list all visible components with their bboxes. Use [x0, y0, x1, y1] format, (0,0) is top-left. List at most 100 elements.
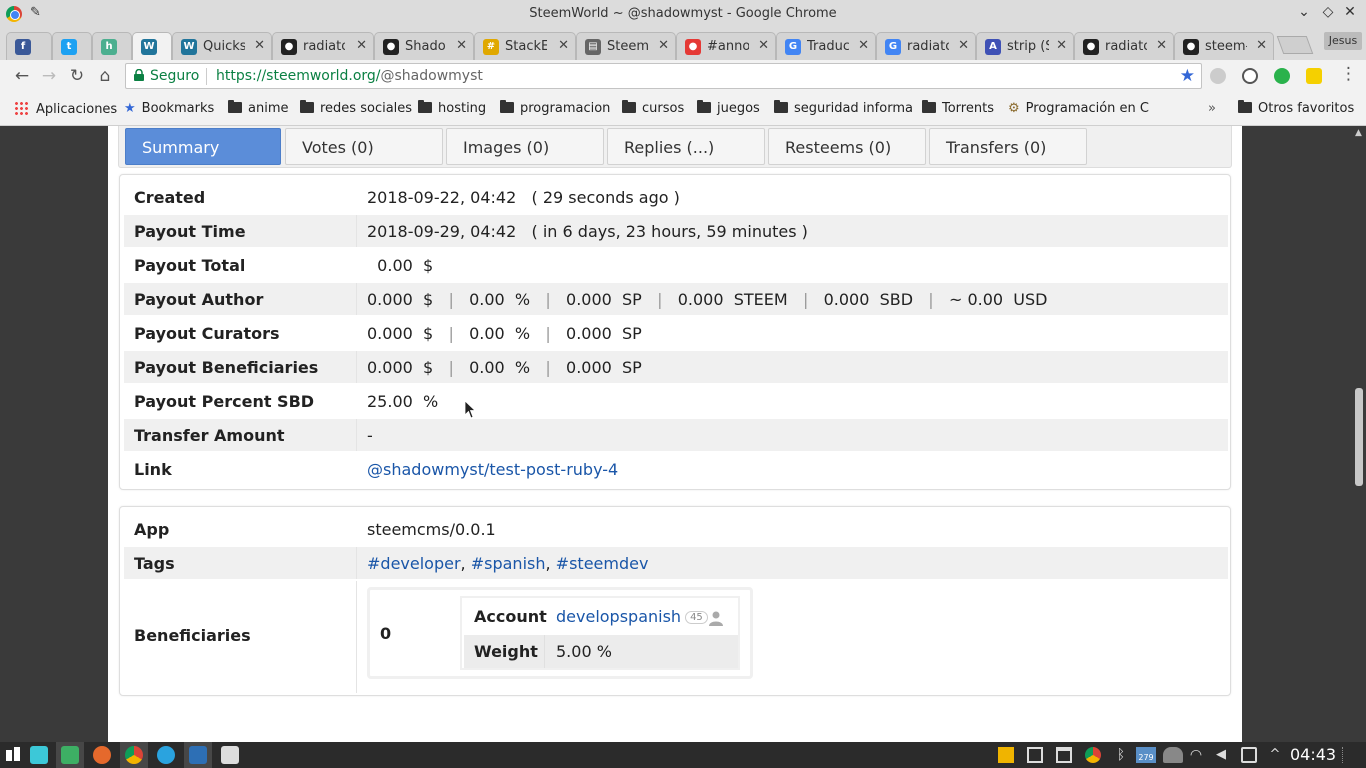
tag-link[interactable]: #spanish — [471, 554, 546, 573]
label-payout-author: Payout Author — [134, 290, 264, 309]
back-icon[interactable]: ← — [11, 66, 33, 86]
forward-icon[interactable]: → — [38, 66, 60, 86]
browser-tab[interactable]: h — [92, 32, 132, 60]
tab-close-icon[interactable]: ✕ — [858, 38, 869, 53]
tab-resteems[interactable]: Resteems (0) — [768, 128, 926, 165]
reload-icon[interactable]: ↻ — [66, 66, 88, 86]
bookmark-item[interactable]: juegos — [697, 100, 760, 116]
telegram-icon[interactable] — [157, 746, 175, 764]
bookmark-item[interactable]: programacion — [500, 100, 610, 116]
new-tab-button[interactable] — [1276, 36, 1314, 54]
volume-icon[interactable]: ◀ — [1213, 747, 1229, 763]
extension-m-icon[interactable] — [1210, 68, 1226, 84]
extension-speed-icon[interactable] — [1242, 68, 1258, 84]
tab-close-icon[interactable]: ✕ — [1056, 38, 1067, 53]
tab-close-icon[interactable]: ✕ — [456, 38, 467, 53]
author-approx-usd: ~ 0.00 — [948, 290, 1004, 309]
user-icon[interactable] — [708, 610, 724, 626]
bookmark-item[interactable]: Torrents — [922, 100, 994, 116]
github-icon: ● — [1083, 39, 1099, 55]
chrome-taskbar-icon[interactable] — [125, 746, 143, 764]
desktop-icon[interactable] — [30, 746, 48, 764]
tag-link[interactable]: #developer — [367, 554, 461, 573]
text-editor-icon[interactable] — [221, 746, 239, 764]
bookmark-item[interactable]: seguridad informa — [774, 100, 913, 116]
trash-tray-icon[interactable] — [1056, 747, 1072, 763]
tab-close-icon[interactable]: ✕ — [658, 38, 669, 53]
browser-tab[interactable]: Gradiato ✕ — [876, 32, 976, 60]
tab-summary[interactable]: Summary — [125, 128, 281, 165]
bookmark-star-icon[interactable]: ★ — [1180, 66, 1195, 86]
url-text[interactable]: https://steemworld.org/@shadowmyst — [216, 68, 483, 84]
bookmark-item[interactable]: ★ Bookmarks — [124, 101, 214, 116]
payout-time-in: ( in 6 days, 23 hours, 59 minutes ) — [531, 222, 808, 241]
beneficiary-account-link[interactable]: developspanish — [556, 607, 681, 626]
tab-close-icon[interactable]: ✕ — [958, 38, 969, 53]
scroll-up-icon[interactable]: ▲ — [1355, 128, 1362, 138]
scroll-thumb[interactable] — [1355, 388, 1363, 486]
bookmark-item[interactable]: ⚙ Programación en C — [1008, 101, 1156, 116]
cloud-tray-icon[interactable] — [1163, 747, 1183, 763]
vscode-icon[interactable] — [189, 746, 207, 764]
extension-grammarly-icon[interactable] — [1274, 68, 1290, 84]
menu-dots-icon[interactable]: ⋮ — [1340, 64, 1357, 84]
minimize-icon[interactable]: ⌄ — [1294, 4, 1314, 20]
firefox-icon[interactable] — [93, 746, 111, 764]
bookmark-item[interactable]: anime — [228, 100, 288, 116]
maximize-icon[interactable]: ◇ — [1318, 4, 1338, 20]
tab-close-icon[interactable]: ✕ — [1156, 38, 1167, 53]
start-menu-icon[interactable] — [6, 746, 20, 764]
browser-tab[interactable]: ● radiato ✕ — [1074, 32, 1174, 60]
tab-close-icon[interactable]: ✕ — [558, 38, 569, 53]
bookmark-item[interactable]: Aplicaciones — [14, 101, 117, 117]
browser-tab[interactable]: f — [6, 32, 52, 60]
tab-images[interactable]: Images (0) — [446, 128, 604, 165]
bookmark-item[interactable]: hosting — [418, 100, 486, 116]
browser-tab[interactable]: W Quicks ✕ — [172, 32, 272, 60]
notes-tray-icon[interactable] — [998, 747, 1014, 763]
browser-tab[interactable]: Astrip (S ✕ — [976, 32, 1074, 60]
browser-tab[interactable]: ● radiato ✕ — [272, 32, 374, 60]
extension-keep-icon[interactable] — [1306, 68, 1322, 84]
bookmark-item[interactable]: redes sociales — [300, 100, 412, 116]
bookmark-item[interactable]: » — [1208, 101, 1216, 116]
browser-tab[interactable]: ● #anno ✕ — [676, 32, 776, 60]
bookmark-item[interactable]: cursos — [622, 100, 684, 116]
bookmark-item[interactable]: Otros favoritos — [1238, 100, 1354, 116]
author-usd: 0.000 — [367, 290, 413, 309]
value-created: 2018-09-22, 04:42 ( 29 seconds ago ) — [367, 188, 680, 207]
payout-total-number: 0.00 — [377, 256, 413, 275]
wifi-icon[interactable]: ◠ — [1188, 747, 1204, 763]
bluetooth-icon[interactable]: ᛒ — [1113, 747, 1129, 763]
tab-close-icon[interactable]: ✕ — [1256, 38, 1267, 53]
omnibox[interactable]: Seguro https://steemworld.org/@shadowmys… — [125, 63, 1202, 89]
clipboard-tray-icon[interactable] — [1241, 747, 1257, 763]
file-manager-icon[interactable] — [61, 746, 79, 764]
page-scrollbar[interactable]: ▲ — [1352, 126, 1366, 742]
tray-expand-icon[interactable]: ^ — [1267, 747, 1283, 763]
window-tray-icon[interactable] — [1027, 747, 1043, 763]
tab-close-icon[interactable]: ✕ — [254, 38, 265, 53]
browser-tab[interactable]: # StackE ✕ — [474, 32, 576, 60]
browser-tab[interactable]: ● Shado ✕ — [374, 32, 474, 60]
tab-votes[interactable]: Votes (0) — [285, 128, 443, 165]
folder-icon — [697, 100, 711, 113]
separator: | — [928, 290, 934, 309]
badge-tray-icon[interactable]: 279 — [1136, 747, 1156, 763]
browser-tab[interactable]: t — [52, 32, 92, 60]
browser-tab[interactable]: G Traduc ✕ — [776, 32, 876, 60]
tab-replies[interactable]: Replies (...) — [607, 128, 765, 165]
tab-close-icon[interactable]: ✕ — [356, 38, 367, 53]
tag-link[interactable]: #steemdev — [556, 554, 649, 573]
browser-tab[interactable]: ● steem- ✕ — [1174, 32, 1274, 60]
home-icon[interactable]: ⌂ — [94, 66, 116, 86]
browser-tab[interactable]: ▤ Steem ✕ — [576, 32, 676, 60]
show-desktop-button[interactable] — [1342, 747, 1362, 763]
tab-close-icon[interactable]: ✕ — [758, 38, 769, 53]
chrome-tray-icon[interactable] — [1085, 747, 1101, 763]
close-window-icon[interactable]: ✕ — [1340, 4, 1360, 20]
browser-tab[interactable]: W — [132, 32, 172, 60]
tab-transfers[interactable]: Transfers (0) — [929, 128, 1087, 165]
profile-badge[interactable]: Jesus — [1324, 32, 1362, 50]
post-link[interactable]: @shadowmyst/test-post-ruby-4 — [367, 460, 618, 479]
